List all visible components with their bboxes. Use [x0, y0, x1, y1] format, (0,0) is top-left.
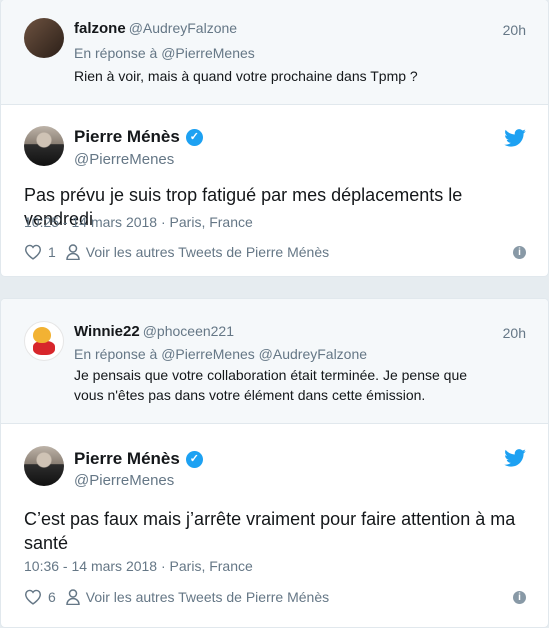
- reply-mention-link[interactable]: @PierreMenes: [161, 45, 255, 61]
- avatar[interactable]: [24, 446, 64, 486]
- parent-author[interactable]: Winnie22 @phoceen221: [74, 323, 234, 340]
- tweet-card-1: falzone @AudreyFalzone 20h En réponse à @…: [0, 0, 549, 277]
- separator: ·: [160, 558, 166, 574]
- reply-label: En réponse à: [74, 346, 158, 362]
- twitter-bird-icon[interactable]: [504, 129, 526, 147]
- parent-tweet-text: Rien à voir, mais à quand votre prochain…: [74, 68, 418, 84]
- author-handle[interactable]: @PierreMenes: [74, 151, 174, 168]
- verified-badge-icon: ✓: [185, 128, 203, 146]
- info-icon[interactable]: i: [513, 590, 526, 604]
- author-handle: @phoceen221: [142, 323, 235, 339]
- author-name: Pierre Ménès: [74, 127, 180, 146]
- tweet-timestamp[interactable]: 20h: [503, 22, 526, 38]
- heart-icon[interactable]: [24, 244, 42, 260]
- tweet-timestamp[interactable]: 20h: [503, 325, 526, 341]
- reply-context: En réponse à @PierreMenes: [74, 45, 255, 61]
- author-name: Winnie22: [74, 323, 140, 340]
- twitter-bird-icon[interactable]: [504, 449, 526, 467]
- person-icon: [66, 244, 80, 260]
- author-name: falzone: [74, 20, 126, 37]
- tweet-location: Paris, France: [169, 214, 253, 230]
- text-line: santé: [24, 533, 69, 553]
- tweet-location: Paris, France: [169, 558, 253, 574]
- tweet-actions: 6 Voir les autres Tweets de Pierre Ménès…: [24, 589, 526, 605]
- avatar[interactable]: [24, 321, 64, 361]
- parent-author[interactable]: falzone @AudreyFalzone: [74, 20, 237, 37]
- text-line: Je pensais que votre collaboration était…: [74, 367, 468, 383]
- like-count[interactable]: 1: [48, 244, 56, 260]
- tweet-datetime-link[interactable]: 10:36 - 14 mars 2018: [24, 558, 157, 574]
- reply-context: En réponse à @PierreMenes @AudreyFalzone: [74, 346, 367, 362]
- more-tweets-link[interactable]: Voir les autres Tweets de Pierre Ménès: [86, 589, 329, 605]
- tweet-datetime-link[interactable]: 10:25 - 14 mars 2018: [24, 214, 157, 230]
- person-icon: [66, 589, 80, 605]
- author-name-row[interactable]: Pierre Ménès ✓: [74, 449, 203, 469]
- parent-tweet[interactable]: Winnie22 @phoceen221 20h En réponse à @Pi…: [1, 299, 548, 424]
- tweet-text: C’est pas faux mais j’arrête vraiment po…: [24, 507, 528, 555]
- author-handle[interactable]: @PierreMenes: [74, 472, 174, 489]
- like-count[interactable]: 6: [48, 589, 56, 605]
- text-line: C’est pas faux mais j’arrête vraiment po…: [24, 509, 516, 529]
- author-handle: @AudreyFalzone: [128, 20, 238, 36]
- parent-tweet[interactable]: falzone @AudreyFalzone 20h En réponse à @…: [1, 0, 548, 105]
- info-icon[interactable]: i: [513, 245, 526, 259]
- author-name: Pierre Ménès: [74, 449, 180, 468]
- pooh-avatar-image: [33, 327, 55, 355]
- verified-badge-icon: ✓: [185, 450, 203, 468]
- tweet-metadata: 10:36 - 14 mars 2018 · Paris, France: [24, 558, 253, 574]
- reply-label: En réponse à: [74, 45, 158, 61]
- separator: ·: [160, 214, 166, 230]
- more-tweets-link[interactable]: Voir les autres Tweets de Pierre Ménès: [86, 244, 329, 260]
- text-line: vous n'êtes pas dans votre élément dans …: [74, 387, 426, 403]
- author-name-row[interactable]: Pierre Ménès ✓: [74, 127, 203, 147]
- avatar[interactable]: [24, 126, 64, 166]
- tweet-card-2: Winnie22 @phoceen221 20h En réponse à @Pi…: [0, 298, 549, 628]
- avatar[interactable]: [24, 18, 64, 58]
- reply-mention-link[interactable]: @PierreMenes @AudreyFalzone: [161, 346, 367, 362]
- tweet-actions: 1 Voir les autres Tweets de Pierre Ménès…: [24, 244, 526, 260]
- tweet-metadata: 10:25 - 14 mars 2018 · Paris, France: [24, 214, 253, 230]
- heart-icon[interactable]: [24, 589, 42, 605]
- parent-tweet-text: Je pensais que votre collaboration était…: [74, 365, 467, 405]
